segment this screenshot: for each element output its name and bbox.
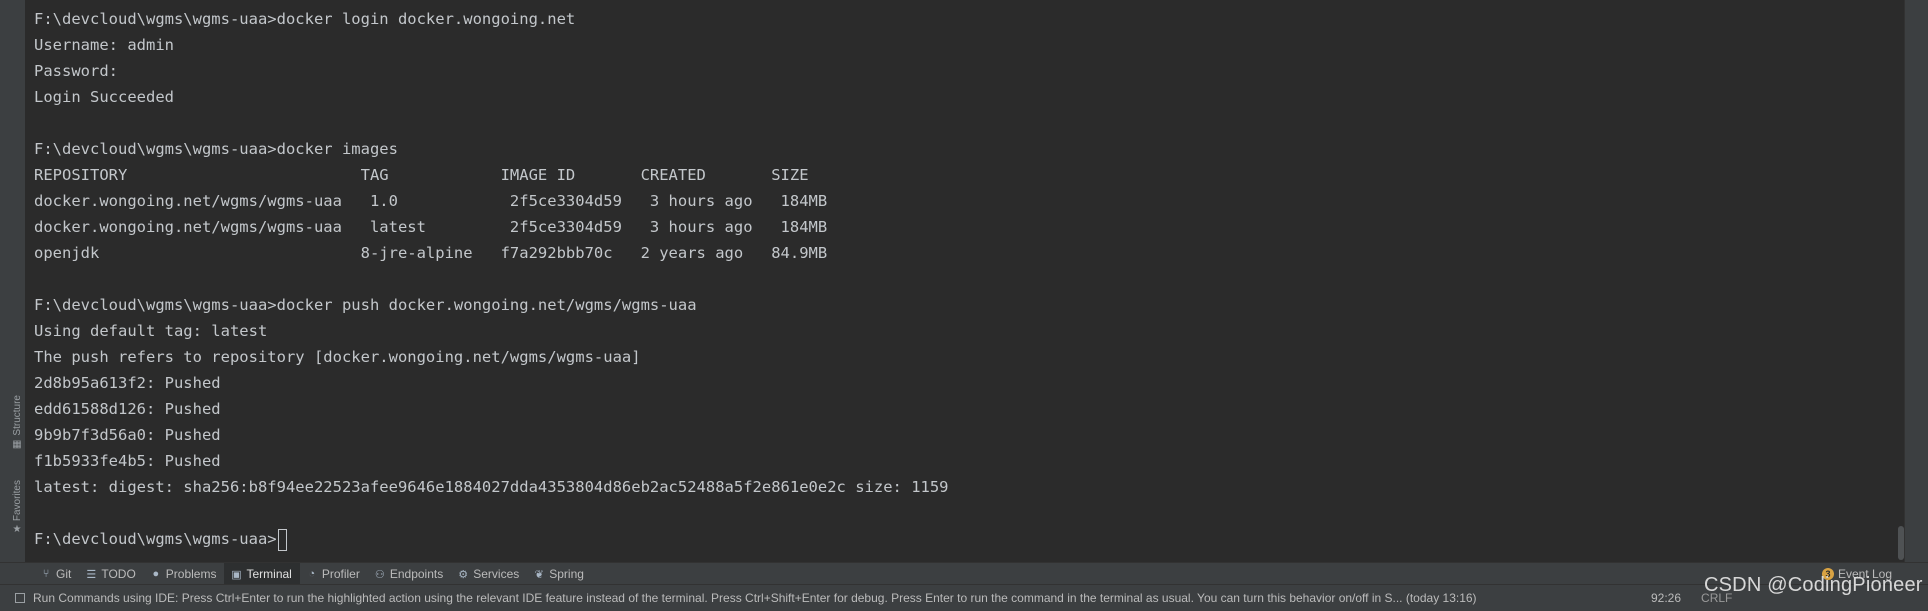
tool-window-services[interactable]: ⚙ Services	[451, 563, 527, 585]
services-icon: ⚙	[458, 568, 469, 581]
endpoints-icon: ⚇	[374, 568, 385, 581]
watermark-text: CSDN @CodingPioneer	[1704, 574, 1923, 596]
terminal-line: 9b9b7f3d56a0: Pushed	[34, 426, 221, 444]
terminal-line: F:\devcloud\wgms\wgms-uaa>docker push do…	[34, 296, 697, 314]
terminal-line: Login Succeeded	[34, 88, 174, 106]
star-icon: ★	[12, 524, 22, 536]
spring-icon: ❦	[534, 568, 544, 581]
left-tool-stripe: Structure ▦ Favorites ★	[9, 0, 25, 562]
structure-tab-label: Structure	[11, 395, 23, 436]
tool-window-terminal[interactable]: ▣ Terminal	[224, 563, 300, 585]
status-message[interactable]: Run Commands using IDE: Press Ctrl+Enter…	[33, 591, 1623, 605]
tool-window-profiler[interactable]: ◔ Profiler	[300, 563, 368, 585]
terminal-line: Using default tag: latest	[34, 322, 268, 340]
tool-window-label: Terminal	[246, 567, 292, 581]
branch-icon: ⑂	[42, 568, 50, 580]
tool-window-label: Git	[56, 567, 72, 581]
tool-window-label: Profiler	[321, 567, 360, 581]
tool-window-label: Problems	[165, 567, 217, 581]
favorites-tab-label: Favorites	[11, 480, 23, 522]
tool-window-todo[interactable]: ☰ TODO	[79, 563, 143, 585]
tool-window-endpoints[interactable]: ⚇ Endpoints	[368, 563, 451, 585]
terminal-line: docker.wongoing.net/wgms/wgms-uaa latest…	[34, 218, 828, 236]
terminal-prompt-line[interactable]: F:\devcloud\wgms\wgms-uaa>	[34, 526, 1898, 552]
info-icon: ●	[152, 568, 160, 580]
structure-tab[interactable]: Structure ▦	[9, 395, 25, 450]
structure-icon: ▦	[12, 438, 22, 450]
favorites-tab[interactable]: Favorites ★	[9, 480, 25, 535]
tool-window-label: Endpoints	[389, 567, 444, 581]
terminal-line: Username: admin	[34, 36, 174, 54]
profiler-icon: ◔	[308, 568, 316, 580]
terminal-line: docker.wongoing.net/wgms/wgms-uaa 1.0 2f…	[34, 192, 828, 210]
right-tool-stripe	[1904, 0, 1928, 562]
terminal-line: latest: digest: sha256:b8f94ee22523afee9…	[34, 478, 949, 496]
tool-window-bar: ⑂ Git ☰ TODO ● Problems ▣ Terminal ◔ Profiler ⚇ End…	[0, 562, 1928, 585]
tool-window-label: Services	[473, 567, 520, 581]
tool-window-git[interactable]: ⑂ Git	[34, 563, 79, 585]
tool-window-label: TODO	[101, 567, 136, 581]
terminal-prompt: F:\devcloud\wgms\wgms-uaa>	[34, 530, 277, 548]
terminal-line: F:\devcloud\wgms\wgms-uaa>docker login d…	[34, 10, 576, 28]
terminal-line: F:\devcloud\wgms\wgms-uaa>docker images	[34, 140, 398, 158]
list-icon: ☰	[86, 568, 97, 581]
tool-window-spring[interactable]: ❦ Spring	[527, 563, 592, 585]
terminal-line: f1b5933fe4b5: Pushed	[34, 452, 221, 470]
tool-window-label: Spring	[549, 567, 584, 581]
terminal-line: Password:	[34, 62, 118, 80]
status-toggle-icon[interactable]	[15, 593, 25, 603]
terminal-cursor	[277, 528, 287, 551]
terminal-icon: ▣	[231, 568, 242, 581]
terminal-output[interactable]: F:\devcloud\wgms\wgms-uaa>docker login d…	[25, 0, 1898, 562]
tool-window-problems[interactable]: ● Problems	[144, 563, 225, 585]
terminal-line: openjdk 8-jre-alpine f7a292bbb70c 2 year…	[34, 244, 828, 262]
terminal-line: REPOSITORY TAG IMAGE ID CREATED SIZE	[34, 166, 809, 184]
terminal-line: The push refers to repository [docker.wo…	[34, 348, 641, 366]
terminal-line: edd61588d126: Pushed	[34, 400, 221, 418]
caret-position[interactable]: 92:26	[1651, 591, 1681, 605]
terminal-line: 2d8b95a613f2: Pushed	[34, 374, 221, 392]
status-bar: Run Commands using IDE: Press Ctrl+Enter…	[0, 584, 1928, 611]
